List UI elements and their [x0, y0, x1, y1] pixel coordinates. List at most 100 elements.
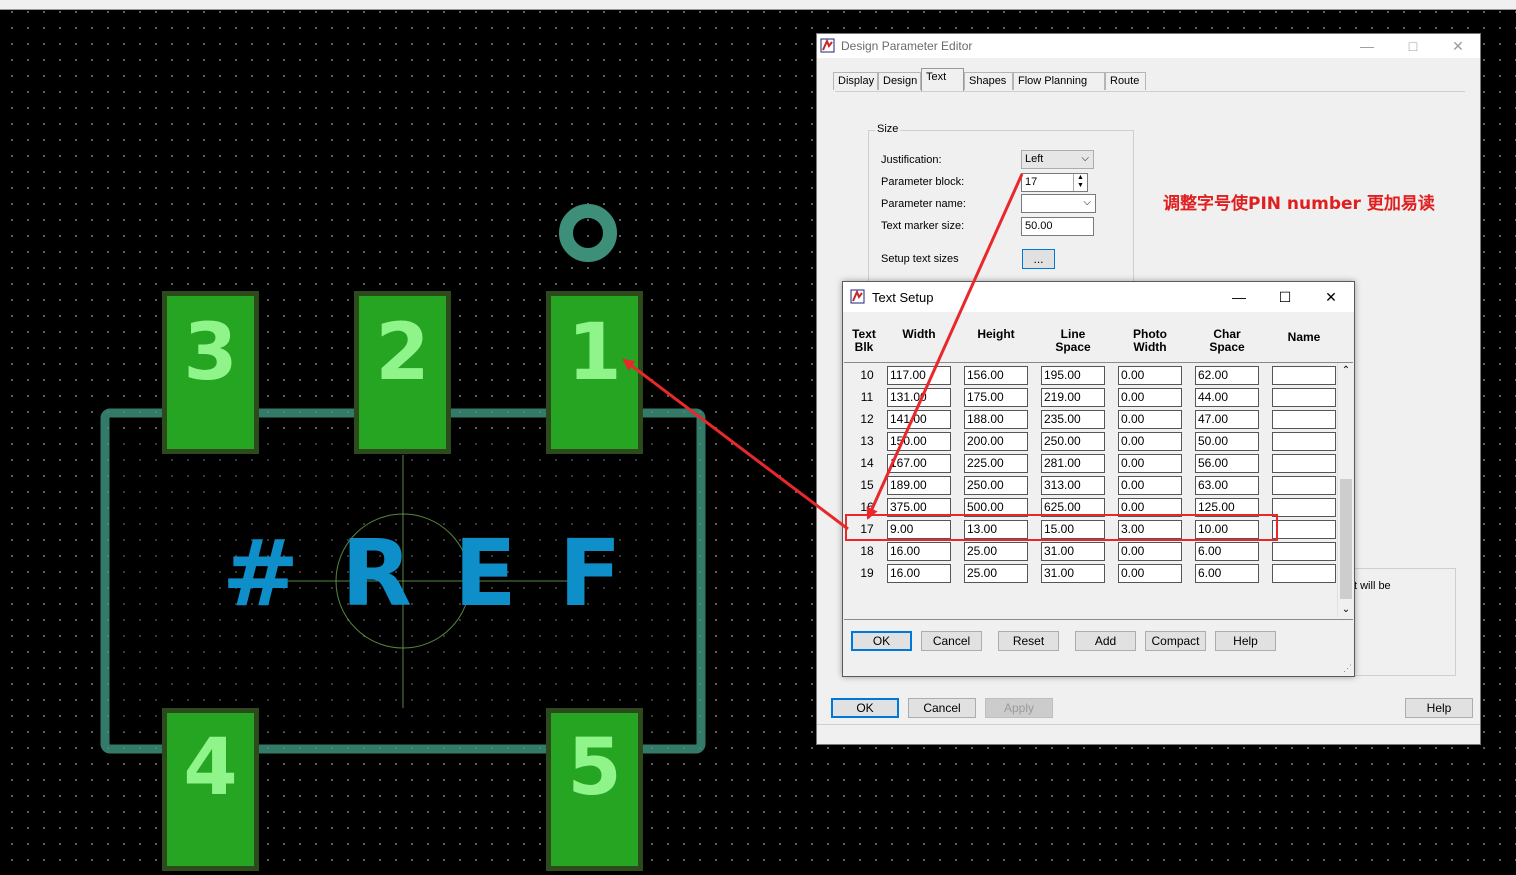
spin-arrows-icon[interactable]: ▲ ▼ [1073, 174, 1087, 191]
cell-name[interactable] [1272, 498, 1336, 517]
cell-photo[interactable]: 3.00 [1118, 520, 1182, 539]
ts-ok-button[interactable]: OK [851, 631, 912, 651]
cell-char[interactable]: 44.00 [1195, 388, 1259, 407]
cell-height[interactable]: 175.00 [964, 388, 1028, 407]
cell-width[interactable]: 16.00 [887, 542, 951, 561]
cell-width[interactable]: 189.00 [887, 476, 951, 495]
refdes-text[interactable]: #REF [222, 528, 664, 620]
cell-char[interactable]: 10.00 [1195, 520, 1259, 539]
ts-cancel-button[interactable]: Cancel [921, 631, 982, 651]
cell-height[interactable]: 200.00 [964, 432, 1028, 451]
cell-char[interactable]: 56.00 [1195, 454, 1259, 473]
dpe-help-button[interactable]: Help [1405, 698, 1473, 718]
ts-titlebar[interactable]: Text Setup — ☐ ✕ [843, 282, 1354, 312]
scroll-down-icon[interactable]: ⌄ [1338, 604, 1354, 615]
tab-text[interactable]: Text [921, 68, 964, 91]
cell-line[interactable]: 219.00 [1041, 388, 1105, 407]
ts-help-button[interactable]: Help [1215, 631, 1276, 651]
tab-shapes[interactable]: Shapes [964, 72, 1013, 90]
cell-line[interactable]: 250.00 [1041, 432, 1105, 451]
cell-name[interactable] [1272, 410, 1336, 429]
cell-photo[interactable]: 0.00 [1118, 564, 1182, 583]
param-block-spinner[interactable]: 17 ▲ ▼ [1021, 173, 1088, 192]
close-icon[interactable]: ✕ [1448, 37, 1468, 55]
cell-char[interactable]: 47.00 [1195, 410, 1259, 429]
cell-photo[interactable]: 0.00 [1118, 454, 1182, 473]
cell-width[interactable]: 375.00 [887, 498, 951, 517]
cell-width[interactable]: 131.00 [887, 388, 951, 407]
dpe-titlebar[interactable]: Design Parameter Editor — □ ✕ [817, 34, 1480, 58]
cell-line[interactable]: 313.00 [1041, 476, 1105, 495]
minimize-icon[interactable]: — [1229, 288, 1249, 306]
tab-display[interactable]: Display [833, 72, 878, 90]
minimize-icon[interactable]: — [1357, 37, 1377, 55]
cell-char[interactable]: 50.00 [1195, 432, 1259, 451]
cell-height[interactable]: 25.00 [964, 542, 1028, 561]
cell-line[interactable]: 281.00 [1041, 454, 1105, 473]
cell-name[interactable] [1272, 366, 1336, 385]
cell-height[interactable]: 156.00 [964, 366, 1028, 385]
cell-width[interactable]: 9.00 [887, 520, 951, 539]
pad-3[interactable]: 3 [162, 291, 259, 454]
pad-1[interactable]: 1 [546, 291, 643, 454]
cell-char[interactable]: 62.00 [1195, 366, 1259, 385]
scroll-up-icon[interactable]: ⌃ [1338, 365, 1354, 376]
param-name-select[interactable]: ⌵ [1021, 194, 1096, 213]
cell-line[interactable]: 235.00 [1041, 410, 1105, 429]
pad-2[interactable]: 2 [354, 291, 451, 454]
cell-width[interactable]: 16.00 [887, 564, 951, 583]
cell-height[interactable]: 188.00 [964, 410, 1028, 429]
cell-photo[interactable]: 0.00 [1118, 366, 1182, 385]
cell-width[interactable]: 141.00 [887, 410, 951, 429]
ts-add-button[interactable]: Add [1075, 631, 1136, 651]
scroll-thumb[interactable] [1340, 479, 1352, 599]
cell-width[interactable]: 167.00 [887, 454, 951, 473]
cell-photo[interactable]: 0.00 [1118, 432, 1182, 451]
cell-photo[interactable]: 0.00 [1118, 542, 1182, 561]
close-icon[interactable]: ✕ [1321, 288, 1341, 306]
cell-height[interactable]: 13.00 [964, 520, 1028, 539]
cell-height[interactable]: 225.00 [964, 454, 1028, 473]
pad-5[interactable]: 5 [546, 708, 643, 871]
ts-compact-button[interactable]: Compact [1145, 631, 1206, 651]
cell-name[interactable] [1272, 542, 1336, 561]
ts-reset-button[interactable]: Reset [998, 631, 1059, 651]
pad-4[interactable]: 4 [162, 708, 259, 871]
cell-width[interactable]: 117.00 [887, 366, 951, 385]
maximize-icon[interactable]: □ [1403, 37, 1423, 55]
cell-name[interactable] [1272, 432, 1336, 451]
cell-line[interactable]: 195.00 [1041, 366, 1105, 385]
cell-char[interactable]: 63.00 [1195, 476, 1259, 495]
dpe-cancel-button[interactable]: Cancel [908, 698, 976, 718]
tab-design[interactable]: Design [878, 72, 921, 90]
cell-photo[interactable]: 0.00 [1118, 476, 1182, 495]
dpe-ok-button[interactable]: OK [831, 698, 899, 718]
cell-height[interactable]: 250.00 [964, 476, 1028, 495]
cell-line[interactable]: 31.00 [1041, 542, 1105, 561]
dpe-apply-button[interactable]: Apply [985, 698, 1053, 718]
cell-photo[interactable]: 0.00 [1118, 410, 1182, 429]
cell-name[interactable] [1272, 476, 1336, 495]
tab-route[interactable]: Route [1105, 72, 1146, 90]
cell-line[interactable]: 625.00 [1041, 498, 1105, 517]
cell-height[interactable]: 500.00 [964, 498, 1028, 517]
cell-name[interactable] [1272, 454, 1336, 473]
setup-text-button[interactable]: ... [1022, 249, 1055, 269]
justification-select[interactable]: Left ⌵ [1021, 150, 1094, 169]
cell-photo[interactable]: 0.00 [1118, 388, 1182, 407]
cell-photo[interactable]: 0.00 [1118, 498, 1182, 517]
cell-name[interactable] [1272, 388, 1336, 407]
cell-width[interactable]: 150.00 [887, 432, 951, 451]
cell-char[interactable]: 6.00 [1195, 564, 1259, 583]
text-marker-input[interactable]: 50.00 [1021, 217, 1094, 236]
cell-name[interactable] [1272, 564, 1336, 583]
cell-height[interactable]: 25.00 [964, 564, 1028, 583]
tab-flow-planning[interactable]: Flow Planning [1013, 72, 1105, 90]
cell-char[interactable]: 125.00 [1195, 498, 1259, 517]
maximize-icon[interactable]: ☐ [1275, 288, 1295, 306]
cell-char[interactable]: 6.00 [1195, 542, 1259, 561]
vertical-scrollbar[interactable]: ⌃ ⌄ [1337, 363, 1354, 617]
cell-line[interactable]: 31.00 [1041, 564, 1105, 583]
cell-name[interactable] [1272, 520, 1336, 539]
cell-line[interactable]: 15.00 [1041, 520, 1105, 539]
